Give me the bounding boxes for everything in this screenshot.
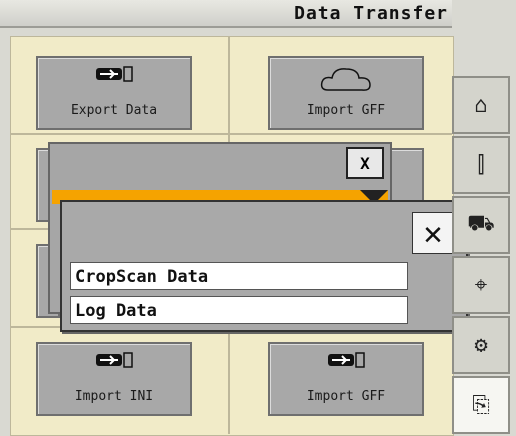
usb-icon [96,352,133,368]
option-log-data[interactable]: Log Data [70,296,408,324]
sidebar-machine-button[interactable]: ⛟ [452,196,510,254]
gps-target-icon: ⌖ [474,272,488,298]
tile-label: Import GFF [306,389,386,404]
sidebar-chart-button[interactable]: ⫿ [452,136,510,194]
export-data-button[interactable]: Export Data [36,56,192,130]
cloud-icon [320,68,371,91]
sidebar-home-button[interactable]: ⌂ [452,76,510,134]
sidebar-data-transfer-button[interactable]: ⎘ [452,376,510,434]
option-cropscan-data[interactable]: CropScan Data [70,262,408,290]
sidebar-gps-button[interactable]: ⌖ [452,256,510,314]
page-title: Data Transfer [294,3,448,24]
tile-label: Export Data [70,103,158,118]
sidebar-settings-button[interactable]: ⚙ [452,316,510,374]
tile-label: Import INI [74,389,154,404]
title-bar: Data Transfer [0,0,452,28]
usb-icon [328,352,365,368]
bar-chart-icon: ⫿ [477,152,485,178]
tile-label: Import GFF [306,103,386,118]
import-gff-cloud-button[interactable]: Import GFF [268,56,424,130]
grid-divider [10,133,452,135]
home-icon: ⌂ [474,92,488,118]
close-icon[interactable]: ✕ [412,212,454,254]
usb-icon [96,66,133,82]
dialog-close-button[interactable]: X [346,147,384,179]
settings-gear-icon: ⚙ [474,332,488,358]
import-ini-button[interactable]: Import INI [36,342,192,416]
data-transfer-icon: ⎘ [472,392,490,418]
import-gff-usb-button[interactable]: Import GFF [268,342,424,416]
harvester-icon: ⛟ [467,211,495,236]
